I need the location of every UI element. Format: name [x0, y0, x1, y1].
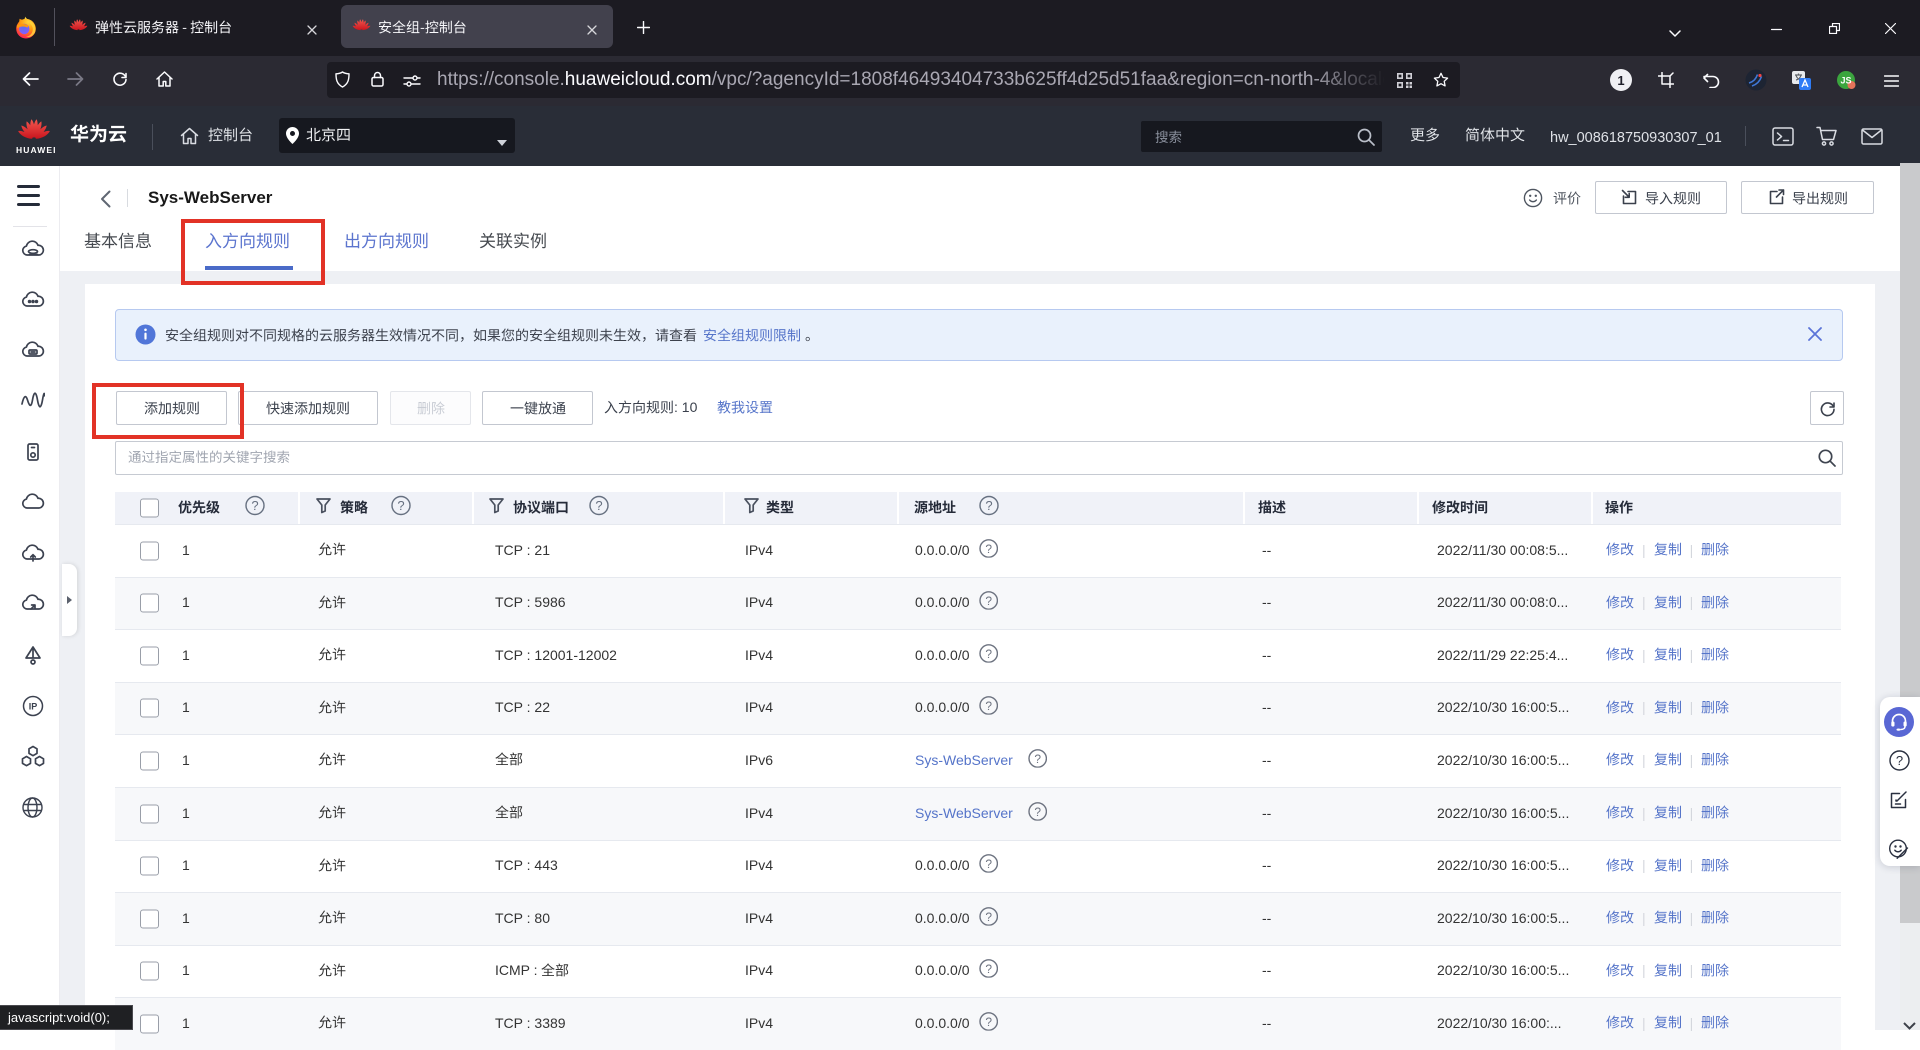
svg-text:?: ? [985, 909, 992, 923]
svg-text:?: ? [985, 1014, 992, 1028]
svg-text:?: ? [251, 498, 258, 513]
svg-text:?: ? [397, 498, 404, 513]
svg-text:?: ? [1034, 751, 1041, 765]
svg-text:?: ? [985, 699, 992, 713]
svg-text:JS: JS [1840, 76, 1851, 86]
svg-text:IP: IP [29, 702, 38, 712]
svg-text:?: ? [985, 857, 992, 871]
svg-text:?: ? [985, 541, 992, 555]
svg-text:?: ? [1896, 753, 1903, 768]
svg-text:?: ? [985, 646, 992, 660]
svg-text:?: ? [985, 594, 992, 608]
svg-text:?: ? [985, 962, 992, 976]
svg-text:?: ? [595, 498, 602, 513]
svg-text:?: ? [1034, 804, 1041, 818]
svg-text:?: ? [985, 498, 992, 513]
